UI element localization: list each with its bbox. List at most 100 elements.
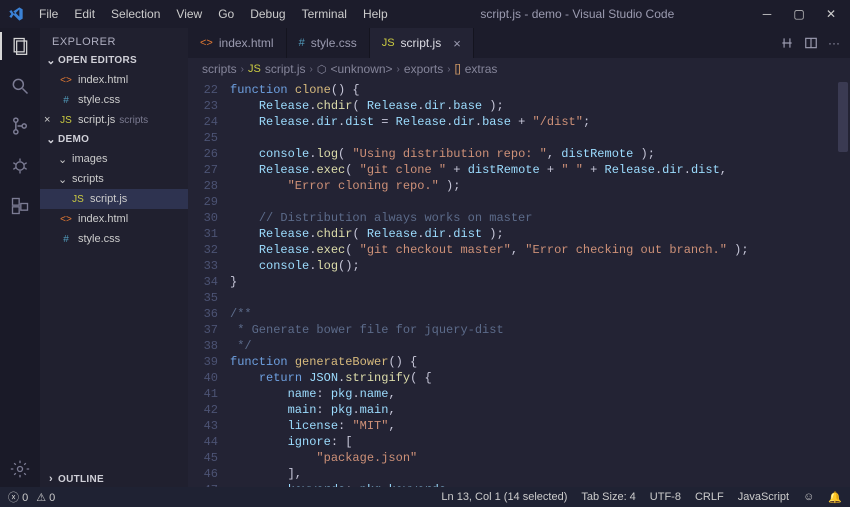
minimize-button[interactable]: ─	[760, 7, 774, 21]
editor-group: <> index.html # style.css JS script.js × ···…	[188, 28, 850, 487]
feedback-icon[interactable]: ☺	[803, 491, 814, 503]
source-control-icon[interactable]	[8, 114, 32, 138]
chevron-right-icon: ›	[44, 473, 58, 485]
status-errors[interactable]: ⓧ 0	[8, 489, 28, 505]
settings-gear-icon[interactable]	[8, 457, 32, 481]
menu-debug[interactable]: Debug	[243, 5, 292, 23]
split-editor-icon[interactable]	[804, 36, 818, 50]
title-bar: File Edit Selection View Go Debug Termin…	[0, 0, 850, 28]
symbol-array-icon: []	[455, 63, 461, 75]
section-label: OUTLINE	[58, 474, 104, 485]
activity-bar	[0, 28, 40, 487]
tab-label: index.html	[219, 36, 274, 50]
open-editor-item[interactable]: <> index.html	[40, 70, 188, 90]
menu-terminal[interactable]: Terminal	[295, 5, 354, 23]
open-editor-item[interactable]: #style.css	[40, 90, 188, 110]
close-icon[interactable]: ×	[453, 36, 461, 51]
file-name: style.css	[78, 233, 120, 245]
status-warnings[interactable]: ⚠ 0	[36, 491, 55, 504]
chevron-right-icon: ›	[447, 64, 450, 75]
folder-name: scripts	[72, 173, 104, 185]
breadcrumb-item[interactable]: scripts	[202, 62, 237, 76]
section-label: DEMO	[58, 134, 89, 145]
status-encoding[interactable]: UTF-8	[650, 491, 681, 503]
code-content[interactable]: function clone() { Release.chdir( Releas…	[230, 80, 850, 487]
menu-bar: File Edit Selection View Go Debug Termin…	[32, 5, 395, 23]
breadcrumb-item[interactable]: script.js	[265, 62, 306, 76]
chevron-right-icon: ›	[310, 64, 313, 75]
chevron-down-icon: ⌄	[58, 153, 72, 166]
js-file-icon: JS	[382, 37, 395, 49]
vscode-logo-icon	[8, 6, 24, 22]
css-file-icon: #	[299, 37, 305, 49]
file-name: script.js	[78, 114, 115, 126]
file-hint: scripts	[119, 115, 148, 126]
html-file-icon: <>	[58, 214, 74, 225]
tab-label: style.css	[311, 36, 357, 50]
notifications-icon[interactable]: 🔔	[828, 491, 842, 504]
section-label: OPEN EDITORS	[58, 55, 137, 66]
file-name: index.html	[78, 213, 128, 225]
symbol-icon: ⬡	[317, 63, 327, 76]
tab-label: script.js	[401, 36, 442, 50]
js-file-icon: JS	[248, 63, 261, 75]
open-editors-list: <> index.html #style.css ×JS script.js scri…	[40, 69, 188, 131]
section-outline[interactable]: › OUTLINE	[40, 471, 188, 487]
breadcrumb-item[interactable]: extras	[465, 62, 498, 76]
maximize-button[interactable]: ▢	[792, 7, 806, 21]
debug-icon[interactable]	[8, 154, 32, 178]
js-file-icon: JS	[58, 115, 74, 126]
breadcrumb-item[interactable]: <unknown>	[330, 62, 392, 76]
status-tabsize[interactable]: Tab Size: 4	[581, 491, 635, 503]
html-file-icon: <>	[200, 37, 213, 49]
file-index-html[interactable]: <> index.html	[40, 209, 188, 229]
extensions-icon[interactable]	[8, 194, 32, 218]
explorer-icon[interactable]	[8, 34, 32, 58]
status-bar: ⓧ 0 ⚠ 0 Ln 13, Col 1 (14 selected) Tab S…	[0, 487, 850, 507]
html-file-icon: <>	[58, 75, 74, 86]
breadcrumb[interactable]: scripts › JS script.js › ⬡ <unknown> › e…	[188, 58, 850, 80]
file-script-js[interactable]: JS script.js	[40, 189, 188, 209]
folder-scripts[interactable]: ⌄scripts	[40, 169, 188, 189]
open-editor-item[interactable]: ×JS script.js scripts	[40, 110, 188, 130]
editor-actions: ···	[770, 28, 850, 58]
chevron-down-icon: ⌄	[44, 54, 58, 67]
code-editor[interactable]: 2223242526272829303132333435363738394041…	[188, 80, 850, 487]
search-icon[interactable]	[8, 74, 32, 98]
js-file-icon: JS	[70, 194, 86, 205]
chevron-down-icon: ⌄	[44, 133, 58, 146]
breadcrumb-item[interactable]: exports	[404, 62, 443, 76]
status-lncol[interactable]: Ln 13, Col 1 (14 selected)	[441, 491, 567, 503]
window-controls: ─ ▢ ✕	[760, 7, 838, 21]
folder-images[interactable]: ⌄images	[40, 149, 188, 169]
more-actions-icon[interactable]: ···	[828, 36, 840, 50]
section-demo[interactable]: ⌄ DEMO	[40, 131, 188, 148]
css-file-icon: #	[58, 95, 74, 106]
status-language[interactable]: JavaScript	[738, 491, 789, 503]
sidebar-title: EXPLORER	[40, 28, 188, 52]
chevron-right-icon: ›	[397, 64, 400, 75]
close-icon[interactable]: ×	[44, 114, 56, 126]
compare-changes-icon[interactable]	[780, 36, 794, 50]
vertical-scrollbar[interactable]	[838, 82, 848, 152]
menu-help[interactable]: Help	[356, 5, 395, 23]
tab-index-html[interactable]: <> index.html	[188, 28, 287, 58]
menu-view[interactable]: View	[169, 5, 209, 23]
status-eol[interactable]: CRLF	[695, 491, 724, 503]
tab-style-css[interactable]: # style.css	[287, 28, 370, 58]
section-open-editors[interactable]: ⌄ OPEN EDITORS	[40, 52, 188, 69]
sidebar-explorer: EXPLORER ⌄ OPEN EDITORS <>index.html #st…	[40, 28, 188, 487]
menu-edit[interactable]: Edit	[67, 5, 102, 23]
tab-bar: <> index.html # style.css JS script.js × ···	[188, 28, 850, 58]
file-name: script.js	[90, 193, 127, 205]
file-name: index.html	[78, 74, 128, 86]
file-style-css[interactable]: #style.css	[40, 229, 188, 249]
close-button[interactable]: ✕	[824, 7, 838, 21]
line-number-gutter: 2223242526272829303132333435363738394041…	[188, 80, 230, 487]
window-title: script.js - demo - Visual Studio Code	[395, 7, 760, 21]
chevron-right-icon: ›	[241, 64, 244, 75]
menu-selection[interactable]: Selection	[104, 5, 167, 23]
menu-file[interactable]: File	[32, 5, 65, 23]
menu-go[interactable]: Go	[211, 5, 241, 23]
tab-script-js[interactable]: JS script.js ×	[370, 28, 474, 58]
